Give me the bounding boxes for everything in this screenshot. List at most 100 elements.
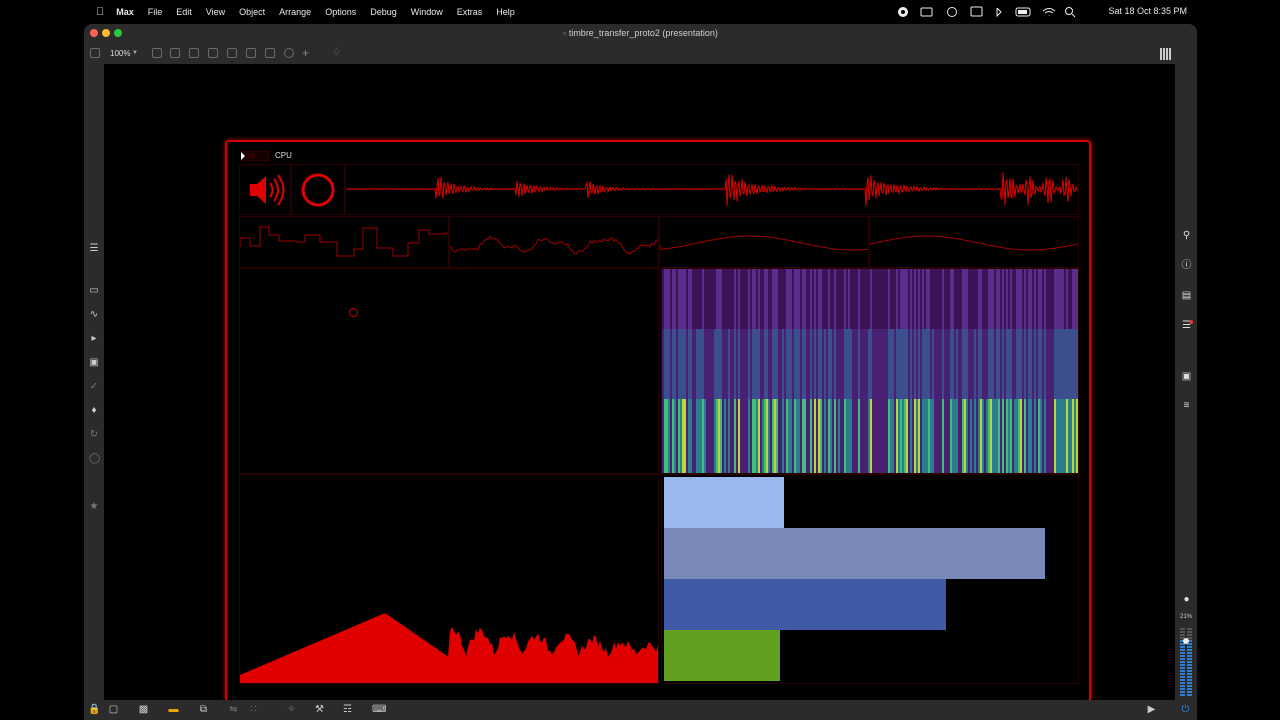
bluetooth-icon (996, 7, 1002, 18)
display-icon (920, 7, 933, 17)
bar-2 (664, 528, 1045, 579)
bottom-toolbar: 🔒 ▢ ▩ ▬ ⧉ ⇋ ∷ ✧ ⚒ ☶ ⌨ ▶ ⏻ (84, 700, 1197, 720)
menu-object[interactable]: Object (239, 7, 265, 17)
menu-edit[interactable]: Edit (176, 7, 192, 17)
toggle-icon[interactable]: ⇋ (228, 704, 239, 715)
sidebar-toggle-icon[interactable] (90, 48, 100, 58)
piano-icon[interactable]: ☶ (342, 704, 353, 715)
record-toggle[interactable] (291, 164, 345, 215)
wifi-icon (1042, 8, 1056, 16)
info-icon[interactable]: ⓘ (1181, 260, 1192, 271)
xy-pad[interactable] (239, 268, 659, 474)
bar-1 (664, 477, 785, 528)
comment-icon[interactable]: ▬ (168, 704, 179, 715)
package-icon[interactable]: ◯ (89, 454, 100, 464)
patcher-canvas[interactable]: 23 CPU (104, 64, 1175, 702)
loop-icon[interactable]: ↻ (89, 430, 99, 440)
new-number-icon[interactable] (265, 48, 275, 58)
time-machine-icon (947, 7, 957, 17)
window-title-text: timbre_transfer_proto2 (presentation) (568, 28, 718, 38)
menu-file[interactable]: File (148, 7, 163, 17)
window-title: ▫ timbre_transfer_proto2 (presentation) (84, 28, 1197, 38)
new-comment-icon[interactable] (189, 48, 199, 58)
toolbar: 100% ▼ + ♢ (84, 44, 1197, 64)
status-icons (898, 6, 1076, 18)
new-object-icon[interactable] (152, 48, 162, 58)
output-meter[interactable] (1177, 624, 1195, 696)
menu-options[interactable]: Options (325, 7, 356, 17)
input-waveform (345, 164, 1079, 215)
oscilloscope-trace (659, 235, 869, 251)
oscilloscope-3 (659, 216, 869, 268)
menu-app-name[interactable]: Max (116, 7, 134, 17)
menu-debug[interactable]: Debug (370, 7, 397, 17)
reference-icon[interactable]: ▤ (1181, 290, 1192, 301)
right-sidebar: ⚲ ⓘ ▤ ☰ ▣ ≡ ● 21% (1175, 64, 1197, 700)
cpu-percent: 21% (1179, 614, 1192, 620)
waveform-trace (345, 172, 1079, 206)
favorite-icon[interactable]: ★ (89, 502, 99, 512)
grid-icon[interactable]: ∷ (248, 704, 259, 715)
menu-view[interactable]: View (206, 7, 225, 17)
cpu-label: CPU (275, 151, 292, 160)
presentation-icon[interactable]: ▢ (108, 704, 119, 715)
spectrogram (661, 268, 1079, 474)
menu-icon[interactable]: ☰ (89, 244, 99, 254)
lock-icon[interactable]: 🔒 (88, 704, 100, 715)
oscilloscope-1 (239, 216, 456, 268)
xy-pad-handle[interactable] (349, 308, 358, 317)
add-icon[interactable]: + (302, 46, 309, 60)
step-icon[interactable]: ▸ (89, 334, 99, 344)
new-button-icon[interactable] (208, 48, 218, 58)
wrench-icon[interactable]: ⚒ (314, 704, 325, 715)
spectrum-display (239, 474, 659, 684)
object-icon[interactable]: ▭ (89, 286, 99, 296)
oscilloscope-trace (869, 235, 1079, 251)
oscilloscope-4 (869, 216, 1079, 268)
spectrum-curve (240, 613, 658, 683)
search-icon (1065, 7, 1073, 15)
cpu-number-box[interactable]: 23 (241, 151, 269, 161)
keyboard-icon[interactable]: ⌨ (372, 704, 386, 715)
audio-icon[interactable]: ∿ (89, 310, 99, 320)
bar-3 (664, 579, 946, 630)
plugin-icon[interactable]: ♦ (89, 406, 99, 416)
chevron-down-icon[interactable]: ▼ (132, 50, 138, 56)
new-toggle-icon[interactable] (227, 48, 237, 58)
power-icon[interactable]: ⏻ (1180, 704, 1191, 715)
apple-icon[interactable]:  (96, 6, 104, 18)
speaker-icon (250, 174, 285, 206)
volume-button[interactable] (239, 164, 291, 215)
meter-segments (1180, 628, 1192, 696)
menu-help[interactable]: Help (496, 7, 515, 17)
snapshot-icon[interactable]: ▣ (1181, 371, 1192, 382)
clip-icon[interactable]: ✓ (89, 382, 99, 392)
dsp-icon[interactable]: ● (1181, 594, 1192, 605)
menu-window[interactable]: Window (411, 7, 443, 17)
search-icon[interactable]: ⚲ (1181, 230, 1192, 241)
view-icon[interactable]: ▩ (138, 704, 149, 715)
new-message-icon[interactable] (170, 48, 180, 58)
menu-extras[interactable]: Extras (457, 7, 483, 17)
notification-dot (1189, 320, 1193, 324)
image-icon[interactable]: ▣ (89, 358, 99, 368)
window-icon[interactable]: ⧉ (198, 704, 209, 715)
menu-bar:  Max File Edit View Object Arrange Opti… (0, 0, 1280, 24)
zoom-select[interactable]: 100% (110, 49, 130, 58)
menu-arrange[interactable]: Arrange (279, 7, 311, 17)
bar-4 (664, 630, 780, 681)
presentation-panel: 23 CPU (225, 140, 1091, 702)
spectrogram-image (662, 269, 1078, 473)
mixer-icon[interactable]: ≡ (1181, 400, 1192, 411)
paint-icon[interactable]: ♢ (332, 47, 341, 58)
oscilloscope-trace (239, 226, 456, 257)
debug-icon[interactable]: ✧ (286, 704, 297, 715)
transport-icon[interactable]: ▶ (1146, 704, 1157, 715)
oscilloscope-trace (449, 235, 659, 256)
oscilloscope-2 (449, 216, 659, 268)
new-dial-icon[interactable] (284, 48, 294, 58)
clock[interactable]: Sat 18 Oct 8:35 PM (1108, 6, 1187, 16)
grid-view-icon[interactable] (1160, 48, 1172, 60)
new-slider-icon[interactable] (246, 48, 256, 58)
record-ring-icon (301, 173, 335, 207)
